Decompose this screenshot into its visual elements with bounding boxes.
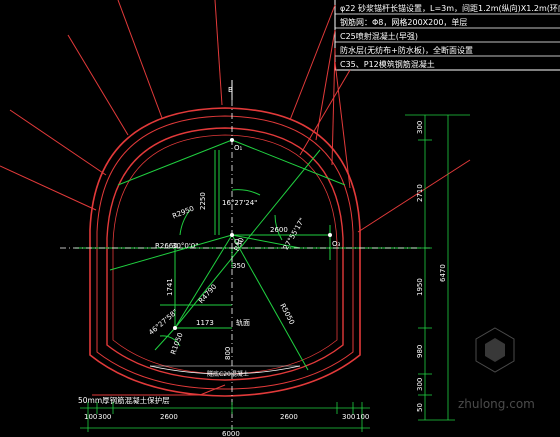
point-o3-label: O₃ <box>332 240 341 248</box>
radius-upper-label: R2950 <box>171 205 195 221</box>
note-concrete: C35、P12模筑钢筋混凝土 <box>340 59 435 69</box>
right-dim-300-top: 300 <box>416 121 424 134</box>
watermark-logo <box>475 327 515 373</box>
note-steel-mesh: 钢筋网：Φ8，网格200X200，单层 <box>340 17 467 27</box>
bottom-dim-left-300: 300 <box>98 413 111 421</box>
design-notes-box: φ22 砂浆锚杆长锚设置，L=3m，间距1.2m(纵向)X1.2m(环向) 钢筋… <box>334 0 560 71</box>
watermark: zhulong.com <box>458 327 535 411</box>
watermark-text: zhulong.com <box>458 397 535 411</box>
dim-1173-label: 1173 <box>196 319 214 327</box>
top-marker-label: B <box>228 86 233 94</box>
bottom-dim-right-2600: 2600 <box>280 413 298 421</box>
top-marker: B <box>228 80 233 100</box>
note-shotcrete: C25喷射混凝土(早强) <box>340 31 418 41</box>
note-waterproof: 防水层(无纺布+防水板)，全断面设置 <box>340 45 473 55</box>
right-dim-total: 6470 <box>439 264 447 282</box>
angle-top-label: 16°27'24" <box>222 199 257 207</box>
bottom-dim-right-small: 100 <box>356 413 369 421</box>
tunnel-cross-section-drawing: φ22 砂浆锚杆长锚设置，L=3m，间距1.2m(纵向)X1.2m(环向) 钢筋… <box>0 0 560 437</box>
dim-800-label: 800 <box>224 347 232 360</box>
base-concrete-label: 隧底C20混凝土 <box>207 370 249 378</box>
lining-note-text: 50mm厚钢筋混凝土保护层 <box>78 395 170 405</box>
dim-1741-label: 1741 <box>166 278 174 296</box>
bottom-dim-left-small: 100 <box>84 413 97 421</box>
bottom-dim-right-300: 300 <box>342 413 355 421</box>
rail-surface-label: 轨面 <box>236 318 250 327</box>
construction-lines <box>75 139 420 371</box>
radius-left-label: R2660 <box>155 242 178 250</box>
point-o1-label: O₁ <box>234 144 243 152</box>
right-dim-1950: 1950 <box>416 278 424 296</box>
bottom-dimension-chain: 100 300 2600 2600 300 100 6000 <box>80 402 370 437</box>
right-dim-50: 50 <box>416 403 424 412</box>
right-dimension-chain: 300 2710 1950 980 300 50 6470 <box>405 114 470 421</box>
dim-2600-mid-label: 2600 <box>270 226 288 234</box>
radius-corner-label: R1050 <box>169 332 184 356</box>
bottom-dim-total: 6000 <box>222 430 240 437</box>
bottom-dim-left-2600: 2600 <box>160 413 178 421</box>
right-dim-980: 980 <box>416 345 424 358</box>
right-dim-300-bottom: 300 <box>416 378 424 391</box>
dim-2250-label: 2250 <box>199 192 207 210</box>
dim-350-label: 350 <box>232 262 245 270</box>
note-anchor-bolt: φ22 砂浆锚杆长锚设置，L=3m，间距1.2m(纵向)X1.2m(环向) <box>340 3 560 13</box>
right-dim-2710: 2710 <box>416 184 424 202</box>
